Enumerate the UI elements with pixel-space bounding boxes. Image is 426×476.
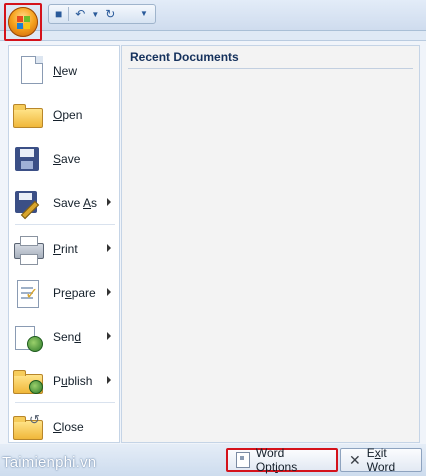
- submenu-arrow-icon: [107, 288, 111, 296]
- undo-icon[interactable]: ↶: [75, 8, 85, 20]
- menu-divider: [15, 224, 115, 225]
- menu-item-send[interactable]: Send: [9, 316, 119, 358]
- save-icon[interactable]: ■: [55, 8, 62, 20]
- exit-word-label: Exit Word: [366, 446, 396, 474]
- publish-icon: [13, 366, 43, 396]
- menu-item-open[interactable]: Open: [9, 94, 119, 136]
- menu-item-save[interactable]: Save: [9, 138, 119, 180]
- save-disk-icon: [13, 144, 43, 174]
- submenu-arrow-icon: [107, 198, 111, 206]
- submenu-arrow-icon: [107, 376, 111, 384]
- options-icon: [236, 452, 250, 468]
- printer-icon: [13, 234, 44, 265]
- watermark-text: Taimienphi.vn: [2, 454, 97, 471]
- menu-item-label: Send: [53, 330, 82, 344]
- office-button[interactable]: [4, 3, 42, 41]
- menu-item-label: Close: [53, 420, 84, 434]
- toolbar-separator: [68, 7, 70, 21]
- save-as-icon: [13, 188, 43, 220]
- menu-item-label: Prepare: [53, 286, 96, 300]
- menu-item-save-as[interactable]: Save As: [9, 182, 119, 224]
- redo-icon[interactable]: ↻: [105, 8, 115, 20]
- open-folder-icon: [13, 100, 43, 130]
- menu-item-label: Save: [53, 152, 81, 166]
- customize-toolbar-dropdown-icon[interactable]: ▼: [140, 9, 148, 18]
- menu-item-label: Publish: [53, 374, 93, 388]
- menu-divider: [15, 402, 115, 403]
- menu-item-prepare[interactable]: ✓ Prepare: [9, 272, 119, 314]
- recent-documents-title: Recent Documents: [128, 46, 413, 69]
- recent-documents-panel: Recent Documents: [121, 45, 420, 443]
- menu-item-print[interactable]: Print: [9, 228, 119, 270]
- menu-item-label: Open: [53, 108, 83, 122]
- send-icon: [13, 322, 43, 352]
- submenu-arrow-icon: [107, 244, 111, 252]
- menu-command-list: New Open Save Save As Print ✓ Prepare Se…: [8, 45, 120, 443]
- menu-item-label: New: [53, 64, 78, 78]
- exit-word-button[interactable]: ✕ Exit Word: [340, 446, 422, 474]
- menu-footer: Taimienphi.vn Word Options ✕ Exit Word: [0, 444, 426, 476]
- close-x-icon: ✕: [349, 452, 361, 468]
- menu-item-label: Print: [53, 242, 78, 256]
- office-menu: New Open Save Save As Print ✓ Prepare Se…: [0, 40, 426, 445]
- submenu-arrow-icon: [107, 332, 111, 340]
- menu-item-publish[interactable]: Publish: [9, 360, 119, 402]
- title-bar: ■ ↶ ▼ ↻ ▼: [0, 0, 426, 31]
- menu-item-close[interactable]: ↺ Close: [9, 406, 119, 448]
- office-logo-icon: [16, 15, 30, 29]
- office-orb: [8, 7, 38, 37]
- prepare-icon: ✓: [13, 278, 43, 308]
- word-options-button[interactable]: Word Options: [226, 446, 338, 474]
- menu-item-label: Save As: [53, 196, 98, 210]
- new-document-icon: [13, 56, 43, 86]
- menu-item-new[interactable]: New: [9, 50, 119, 92]
- close-folder-icon: ↺: [13, 412, 43, 442]
- word-options-label: Word Options: [255, 446, 298, 474]
- undo-dropdown-icon[interactable]: ▼: [91, 10, 99, 19]
